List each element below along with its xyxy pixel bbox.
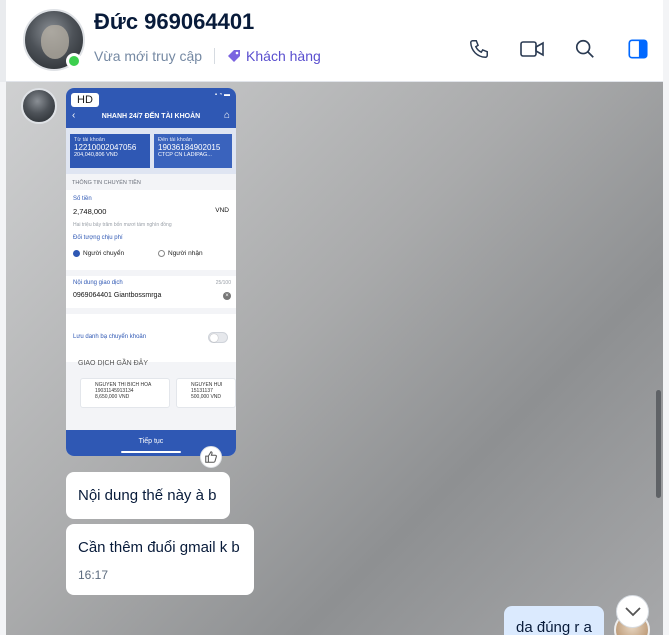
to-account-label: Đến tài khoản [158, 137, 192, 143]
tag-icon[interactable] [227, 49, 241, 63]
amount-words: Hai triệu bảy trăm bốn mươi tám nghìn đồ… [73, 222, 172, 228]
own-message-bubble[interactable]: da đúng r a [504, 606, 604, 635]
bank-screen-title: NHANH 24/7 ĐẾN TÀI KHOẢN [101, 113, 201, 120]
phone-home-indicator [121, 451, 181, 453]
image-message[interactable]: HD ▪ ◔ ▬ ‹ NHANH 24/7 ĐẾN TÀI KHOẢN ⌂ Từ… [66, 88, 236, 456]
to-account-name: CTCP CN LADIPAG... [158, 152, 212, 158]
sender-avatar[interactable] [21, 88, 57, 124]
message-bubble[interactable]: Cần thêm đuổi gmail k b 16:17 [66, 524, 254, 595]
online-status-dot [66, 53, 82, 69]
phone-icon[interactable] [466, 36, 492, 62]
phone-status-bar: ▪ ◔ ▬ [214, 92, 230, 98]
like-reaction-button[interactable] [200, 446, 222, 468]
contact-subtitle: Vừa mới truy cập Khách hàng [94, 48, 321, 64]
last-seen-status: Vừa mới truy cập [94, 48, 203, 64]
from-account-card: Từ tài khoản 12210002047056 204,040,806 … [70, 134, 150, 168]
chat-header: Đức 969064401 Vừa mới truy cập Khách hàn… [6, 0, 663, 82]
transfer-amount-box: Số tiền 2,748,000 VND Hai triệu bảy trăm… [66, 190, 236, 270]
from-account-balance: 204,040,806 VND [74, 152, 118, 158]
recent-transaction-card: NGUYEN HUI 15131137 500,000 VND [176, 378, 236, 408]
home-icon: ⌂ [223, 110, 230, 121]
content-value: 0969064401 Giantbossmrga [73, 292, 162, 299]
subtitle-divider [214, 48, 216, 64]
header-actions [466, 36, 651, 62]
chevron-down-icon [624, 606, 641, 616]
hd-badge: HD [71, 93, 99, 107]
fee-receiver-option: Người nhận [158, 250, 203, 257]
chat-area[interactable]: HD ▪ ◔ ▬ ‹ NHANH 24/7 ĐẾN TÀI KHOẢN ⌂ Từ… [6, 82, 663, 635]
continue-button-label: Tiếp tục [138, 438, 164, 445]
right-panel-edge [663, 0, 669, 635]
message-text: Cần thêm đuổi gmail k b [78, 539, 240, 556]
to-account-number: 19036184902015 [158, 143, 221, 152]
customer-tag-label[interactable]: Khách hàng [246, 48, 321, 64]
message-bubble[interactable]: Nội dung thế này à b [66, 472, 230, 519]
save-beneficiary-toggle [208, 332, 228, 343]
amount-currency: VND [215, 207, 229, 214]
transfer-content-box: Nội dung giao dịch 25/100 0969064401 Gia… [66, 276, 236, 308]
fee-sender-option: Người chuyển [73, 250, 124, 257]
recent-transaction-card: NGUYEN THI BICH HOA 19031145913134 8,650… [80, 378, 170, 408]
search-icon[interactable] [572, 36, 598, 62]
account-band: Từ tài khoản 12210002047056 204,040,806 … [66, 128, 236, 174]
chat-scrollbar[interactable] [656, 390, 661, 498]
clear-icon: × [223, 292, 231, 300]
from-account-number: 12210002047056 [74, 143, 137, 152]
message-time: 16:17 [78, 568, 109, 582]
scroll-to-bottom-button[interactable] [616, 595, 649, 628]
sidebar-toggle-icon[interactable] [625, 36, 651, 62]
save-beneficiary-label: Lưu danh bạ chuyển khoản [73, 334, 147, 340]
thumbs-up-icon [205, 451, 217, 463]
video-call-icon[interactable] [519, 36, 545, 62]
contact-name[interactable]: Đức 969064401 [94, 9, 254, 35]
amount-value: 2,748,000 [73, 207, 107, 216]
to-account-card: Đến tài khoản 19036184902015 CTCP CN LAD… [154, 134, 232, 168]
from-account-label: Từ tài khoản [74, 137, 105, 143]
recent-transactions-heading: GIAO DỊCH GẦN ĐÂY [78, 360, 149, 367]
amount-label: Số tiền [73, 196, 92, 202]
content-label: Nội dung giao dịch [73, 280, 123, 286]
content-counter: 25/100 [215, 280, 231, 286]
fee-payer-label: Đối tượng chịu phí [73, 235, 123, 241]
save-beneficiary-box: Lưu danh bạ chuyển khoản [66, 314, 236, 362]
transfer-info-heading: THÔNG TIN CHUYỂN TIỀN [72, 180, 141, 186]
